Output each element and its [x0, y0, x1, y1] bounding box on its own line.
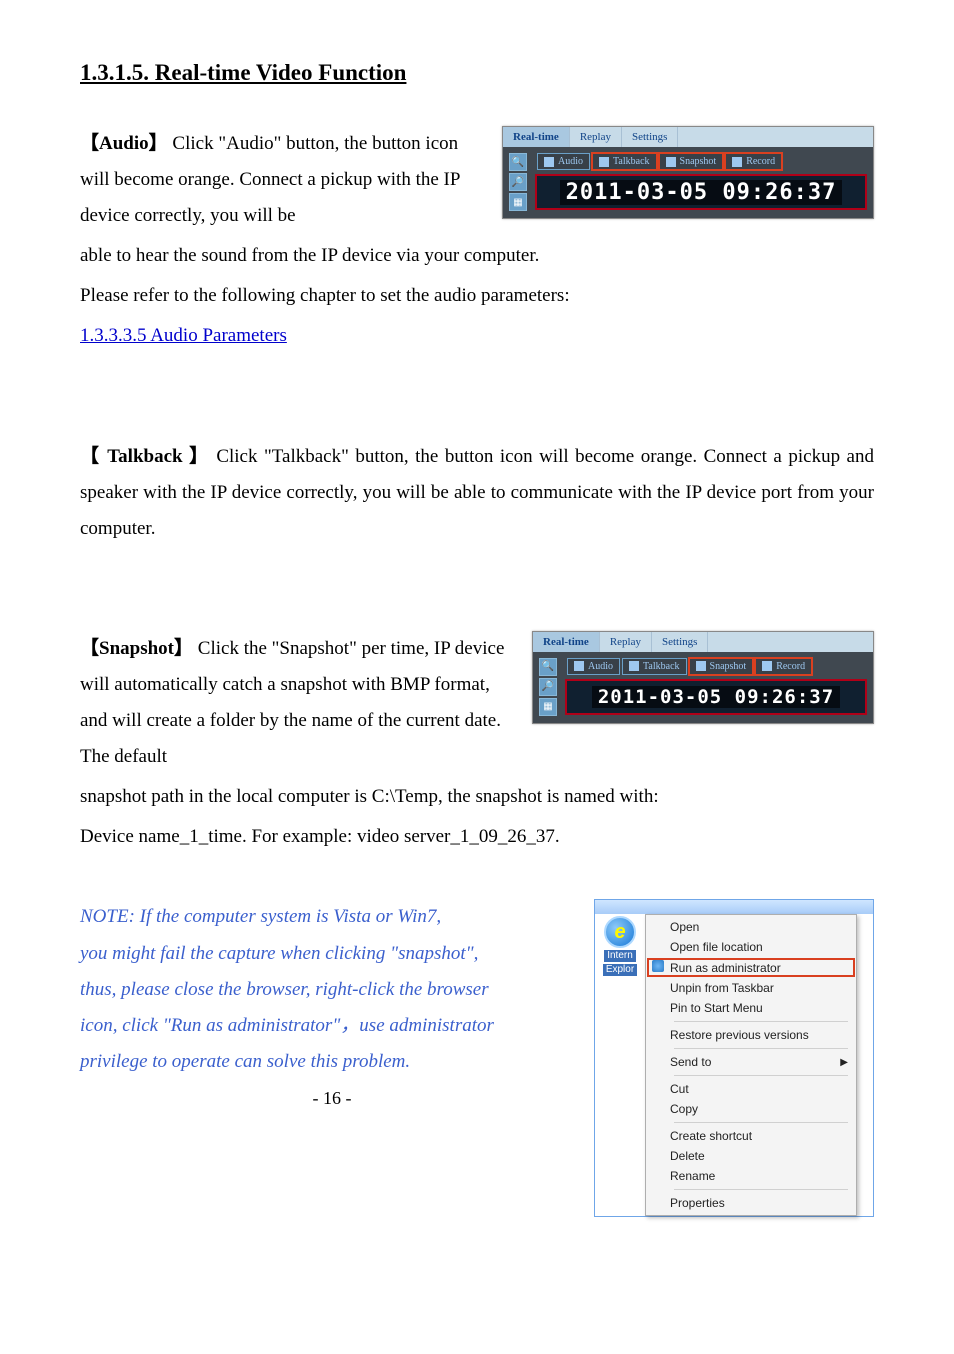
windows-context-menu: Open Open file location Run as administr…	[645, 914, 857, 1216]
bracket-close: 】	[149, 133, 168, 154]
video-preview: 2011-03-05 09:26:37	[535, 174, 867, 210]
menu-copy[interactable]: Copy	[646, 1099, 856, 1119]
menu-restore-versions[interactable]: Restore previous versions	[646, 1025, 856, 1045]
talkback-button[interactable]: Talkback	[592, 153, 657, 170]
shield-icon	[652, 960, 664, 972]
ie-label-1: Intern	[604, 950, 636, 962]
menu-pin-start[interactable]: Pin to Start Menu	[646, 998, 856, 1018]
bracket-open: 【	[80, 133, 99, 154]
talkback-icon	[599, 157, 609, 167]
snapshot-icon	[666, 157, 676, 167]
audio-label: Audio	[99, 133, 149, 154]
embedded-figure-audio: Real-time Replay Settings 🔍 🔎 ▦ Audio Ta…	[502, 126, 874, 219]
snapshot-button[interactable]: Snapshot	[659, 153, 724, 170]
zoom-in-icon-2[interactable]: 🔍	[539, 658, 557, 676]
snapshot-text-2: snapshot path in the local computer is C…	[80, 779, 874, 815]
ie-label-2: Explor	[603, 964, 637, 976]
embedded-figure-context-menu: e Intern Explor Open Open file location …	[594, 899, 874, 1217]
tab-replay-2[interactable]: Replay	[600, 632, 652, 652]
tab-replay[interactable]: Replay	[570, 127, 622, 147]
tab-settings-2[interactable]: Settings	[652, 632, 708, 652]
timestamp-overlay: 2011-03-05 09:26:37	[560, 180, 843, 205]
audio-button[interactable]: Audio	[537, 153, 590, 170]
section-heading: 1.3.1.5. Real-time Video Function	[80, 60, 874, 86]
timestamp-overlay-2: 2011-03-05 09:26:37	[592, 686, 840, 708]
audio-text-2: able to hear the sound from the IP devic…	[80, 238, 874, 274]
menu-properties[interactable]: Properties	[646, 1193, 856, 1213]
grid-icon[interactable]: ▦	[509, 193, 527, 211]
talkback-button-2[interactable]: Talkback	[622, 658, 687, 675]
audio-button-2[interactable]: Audio	[567, 658, 620, 675]
grid-icon-2[interactable]: ▦	[539, 698, 557, 716]
zoom-out-icon-2[interactable]: 🔎	[539, 678, 557, 696]
tab-settings[interactable]: Settings	[622, 127, 678, 147]
menu-delete[interactable]: Delete	[646, 1146, 856, 1166]
menu-cut[interactable]: Cut	[646, 1079, 856, 1099]
audio-icon	[544, 157, 554, 167]
record-button-2[interactable]: Record	[755, 658, 812, 675]
record-icon	[732, 157, 742, 167]
snapshot-button-2[interactable]: Snapshot	[689, 658, 754, 675]
internet-explorer-icon[interactable]: e	[604, 916, 636, 948]
tab-realtime-2[interactable]: Real-time	[533, 632, 600, 652]
menu-send-to[interactable]: Send to▶	[646, 1052, 856, 1072]
audio-parameters-link[interactable]: 1.3.3.3.5 Audio Parameters	[80, 325, 287, 346]
submenu-arrow-icon: ▶	[840, 1057, 848, 1068]
menu-open-file-location[interactable]: Open file location	[646, 937, 856, 957]
tab-realtime[interactable]: Real-time	[503, 127, 570, 147]
talkback-paragraph: 【 Talkback 】 Click "Talkback" button, th…	[80, 439, 874, 547]
menu-open[interactable]: Open	[646, 917, 856, 937]
talkback-label: Talkback	[101, 446, 189, 467]
record-button[interactable]: Record	[725, 153, 782, 170]
zoom-in-icon[interactable]: 🔍	[509, 153, 527, 171]
snapshot-label: Snapshot	[99, 638, 174, 659]
embedded-figure-snapshot: Real-time Replay Settings 🔍 🔎 ▦ Audio Ta…	[532, 631, 874, 724]
snapshot-text-3: Device name_1_time. For example: video s…	[80, 819, 874, 855]
menu-run-as-administrator[interactable]: Run as administrator	[646, 957, 856, 978]
video-preview-2: 2011-03-05 09:26:37	[565, 679, 867, 715]
zoom-out-icon[interactable]: 🔎	[509, 173, 527, 191]
menu-create-shortcut[interactable]: Create shortcut	[646, 1126, 856, 1146]
menu-rename[interactable]: Rename	[646, 1166, 856, 1186]
menu-unpin-taskbar[interactable]: Unpin from Taskbar	[646, 978, 856, 998]
audio-text-3: Please refer to the following chapter to…	[80, 278, 874, 314]
